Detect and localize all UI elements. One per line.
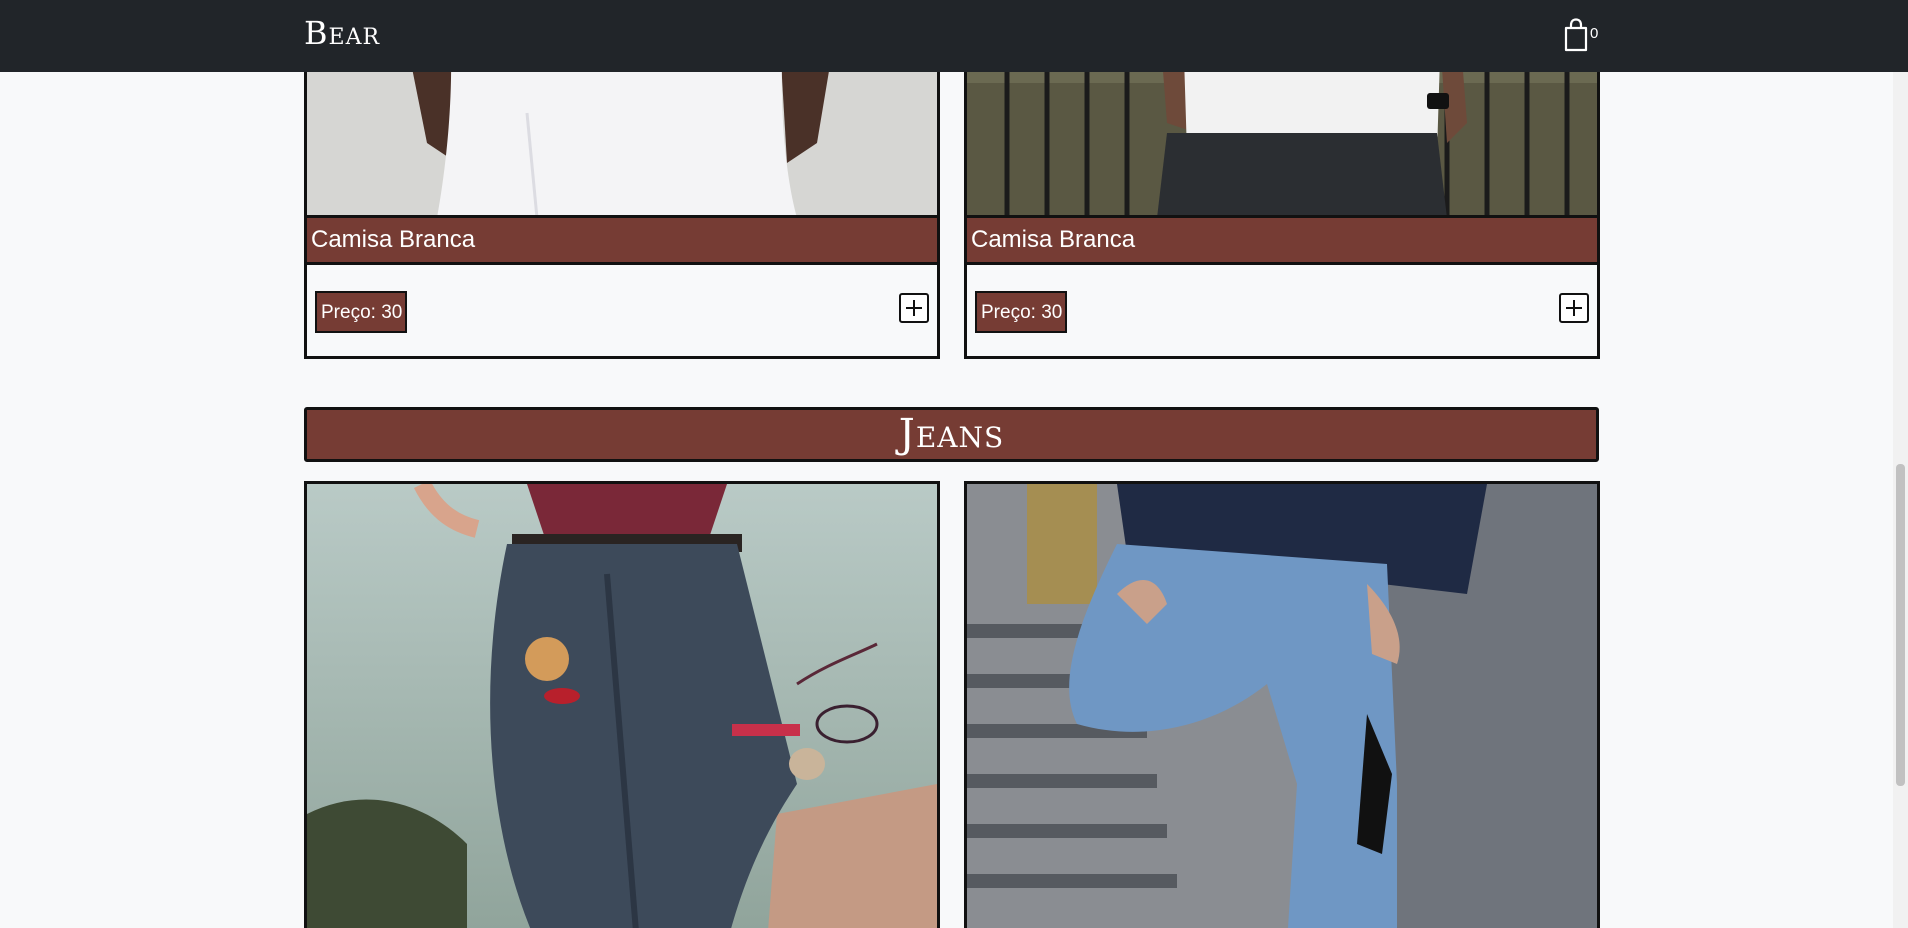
brand-logo[interactable]: Bear xyxy=(304,14,380,52)
navbar: Bear 0 xyxy=(0,0,1908,72)
add-to-cart-button[interactable] xyxy=(1559,293,1589,323)
woman-jeans-image xyxy=(307,484,937,928)
add-to-cart-button[interactable] xyxy=(899,293,929,323)
main-content: Camisa Branca Preço: 30 Camisa Branca Pr… xyxy=(0,0,1908,928)
product-card xyxy=(964,481,1600,928)
cart-button[interactable]: 0 xyxy=(1560,16,1600,56)
cart-count: 0 xyxy=(1590,25,1599,42)
price-badge: Preço: 30 xyxy=(975,291,1067,333)
product-card xyxy=(304,481,940,928)
man-ripped-jeans-image xyxy=(967,484,1597,928)
page-scrollbar[interactable] xyxy=(1893,72,1908,928)
price-badge: Preço: 30 xyxy=(315,291,407,333)
scrollbar-thumb[interactable] xyxy=(1896,464,1905,786)
section-title-jeans: Jeans xyxy=(304,407,1599,462)
product-title: Camisa Branca xyxy=(307,215,937,265)
product-title: Camisa Branca xyxy=(967,215,1597,265)
shopping-bag-icon xyxy=(1564,18,1588,52)
